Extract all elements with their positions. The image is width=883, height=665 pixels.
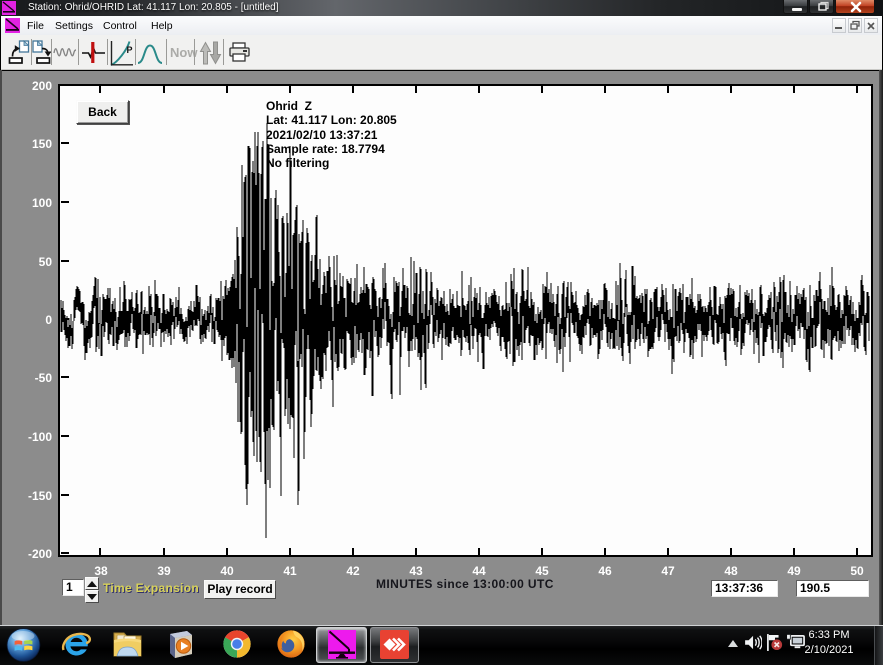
svg-text:P: P (127, 45, 133, 55)
